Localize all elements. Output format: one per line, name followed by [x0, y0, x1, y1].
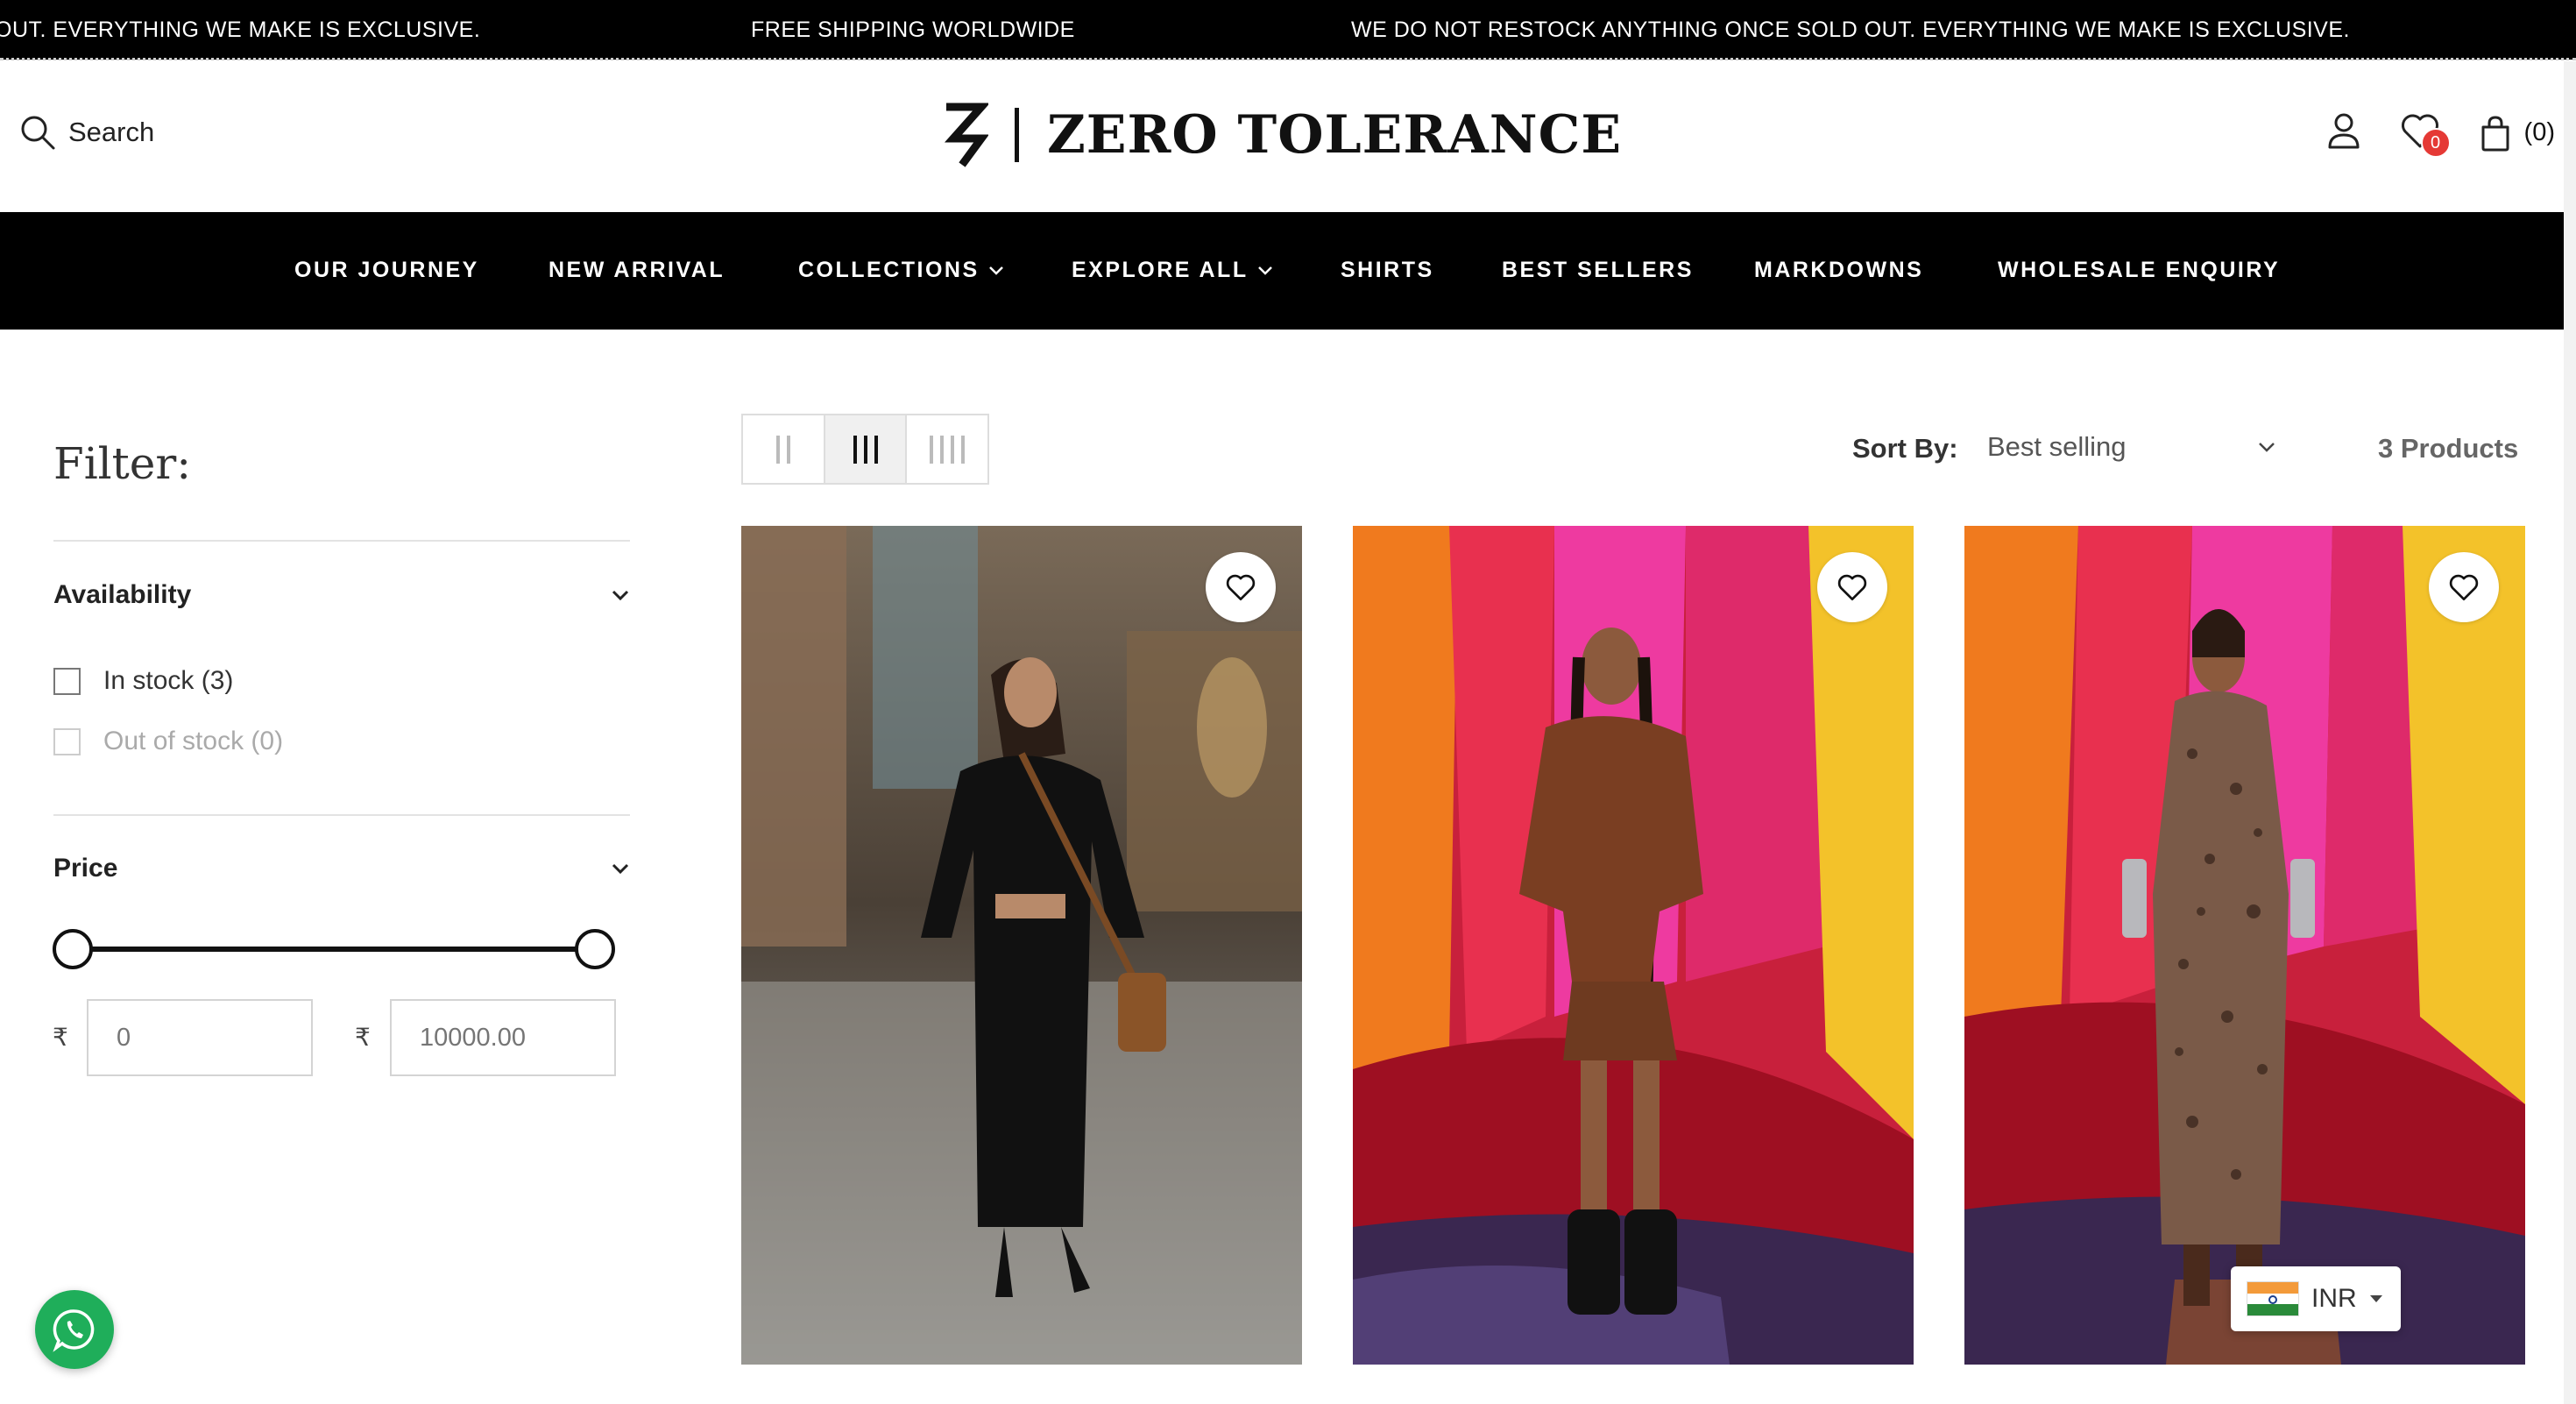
wishlist-toggle-button[interactable] [1817, 552, 1887, 622]
nav-item-our-journey[interactable]: OUR JOURNEY [294, 258, 479, 283]
india-flag-icon [2247, 1281, 2299, 1316]
price-max-input[interactable] [390, 999, 616, 1076]
checkbox[interactable] [53, 727, 81, 755]
whatsapp-icon [53, 1309, 95, 1352]
heart-icon [1226, 574, 1256, 601]
chevron-down-icon [1257, 266, 1272, 275]
wishlist-count-badge: 0 [2420, 128, 2451, 158]
divider [53, 814, 630, 816]
nav-item-explore-all[interactable]: EXPLORE ALL [1072, 258, 1273, 283]
currency-code: INR [2311, 1284, 2357, 1313]
nav-item-best-sellers[interactable]: BEST SELLERS [1502, 258, 1694, 283]
nav-item-new-arrival[interactable]: NEW ARRIVAL [548, 258, 725, 283]
facet-title: Price [53, 854, 118, 883]
facet-title: Availability [53, 580, 192, 609]
wishlist-toggle-button[interactable] [1206, 552, 1276, 622]
price-slider-min-handle[interactable] [53, 929, 93, 969]
divider [53, 540, 630, 542]
nav-item-markdowns[interactable]: MARKDOWNS [1754, 258, 1923, 283]
caret-down-icon [2369, 1295, 2382, 1302]
sort-label: Sort By: [1852, 433, 1958, 464]
checkbox-label: Out of stock (0) [103, 727, 284, 755]
currency-symbol: ₹ [355, 1024, 371, 1051]
announcement-text: OUT. EVERYTHING WE MAKE IS EXCLUSIVE. [0, 18, 481, 42]
out-of-stock-checkbox[interactable]: Out of stock (0) [53, 727, 283, 756]
product-card[interactable] [741, 526, 1302, 1365]
user-icon [2328, 113, 2360, 149]
sort-select[interactable]: Best selling [1987, 431, 2276, 463]
price-facet-toggle[interactable]: Price [53, 854, 630, 883]
chevron-down-icon [612, 590, 629, 601]
price-slider-track[interactable] [70, 947, 596, 952]
checkbox[interactable] [53, 667, 81, 695]
chevron-down-icon [988, 266, 1003, 275]
nav-item-collections[interactable]: COLLECTIONS [798, 258, 1004, 283]
chevron-down-icon [612, 863, 629, 875]
checkbox-label: In stock (3) [103, 666, 234, 695]
logo-divider [1015, 108, 1019, 162]
availability-facet-toggle[interactable]: Availability [53, 580, 630, 610]
product-count: 3 Products [2378, 433, 2519, 464]
announcement-bar: OUT. EVERYTHING WE MAKE IS EXCLUSIVE. FR… [0, 0, 2576, 60]
product-image [1964, 526, 2525, 1365]
search-label: Search [68, 117, 155, 147]
brand-name: ZERO TOLERANCE [1047, 104, 1623, 166]
currency-selector[interactable]: INR [2231, 1266, 2401, 1331]
filter-title: Filter: [53, 438, 192, 489]
nav-item-shirts[interactable]: SHIRTS [1341, 258, 1434, 283]
product-image [741, 526, 1302, 1365]
layout-3-columns-button[interactable] [824, 415, 908, 483]
grid-layout-switcher [741, 414, 989, 485]
wishlist-button[interactable]: 0 [2400, 112, 2451, 158]
in-stock-checkbox[interactable]: In stock (3) [53, 666, 233, 696]
announcement-text: WE DO NOT RESTOCK ANYTHING ONCE SOLD OUT… [1351, 18, 2350, 42]
product-image [1353, 526, 1914, 1365]
search-icon [21, 116, 55, 150]
layout-2-columns-button[interactable] [743, 415, 825, 483]
product-card[interactable] [1353, 526, 1914, 1365]
account-button[interactable] [2326, 112, 2361, 153]
layout-4-columns-button[interactable] [907, 415, 987, 483]
nav-item-wholesale-enquiry[interactable]: WHOLESALE ENQUIRY [1998, 258, 2280, 283]
bag-icon [2481, 115, 2509, 151]
page-scrollbar[interactable] [2564, 61, 2576, 1404]
chevron-down-icon [2259, 443, 2275, 452]
price-min-input[interactable] [87, 999, 313, 1076]
cart-count: (0) [2523, 118, 2555, 146]
heart-icon [2449, 574, 2479, 601]
announcement-text: FREE SHIPPING WORLDWIDE [751, 18, 1075, 42]
search-button[interactable]: Search [19, 114, 154, 151]
main-navigation: OUR JOURNEY NEW ARRIVAL COLLECTIONS EXPL… [0, 212, 2576, 330]
whatsapp-chat-button[interactable] [35, 1290, 114, 1369]
sort-value: Best selling [1987, 431, 2127, 462]
site-header: Search ZERO TOLERANCE 0 (0) [0, 61, 2576, 212]
brand-mark-icon [944, 103, 988, 167]
brand-logo[interactable]: ZERO TOLERANCE [941, 100, 1622, 170]
heart-icon [1837, 574, 1867, 601]
price-slider-max-handle[interactable] [575, 929, 615, 969]
wishlist-toggle-button[interactable] [2429, 552, 2499, 622]
product-card[interactable] [1964, 526, 2525, 1365]
currency-symbol: ₹ [53, 1024, 68, 1051]
cart-button[interactable]: (0) [2479, 115, 2555, 152]
